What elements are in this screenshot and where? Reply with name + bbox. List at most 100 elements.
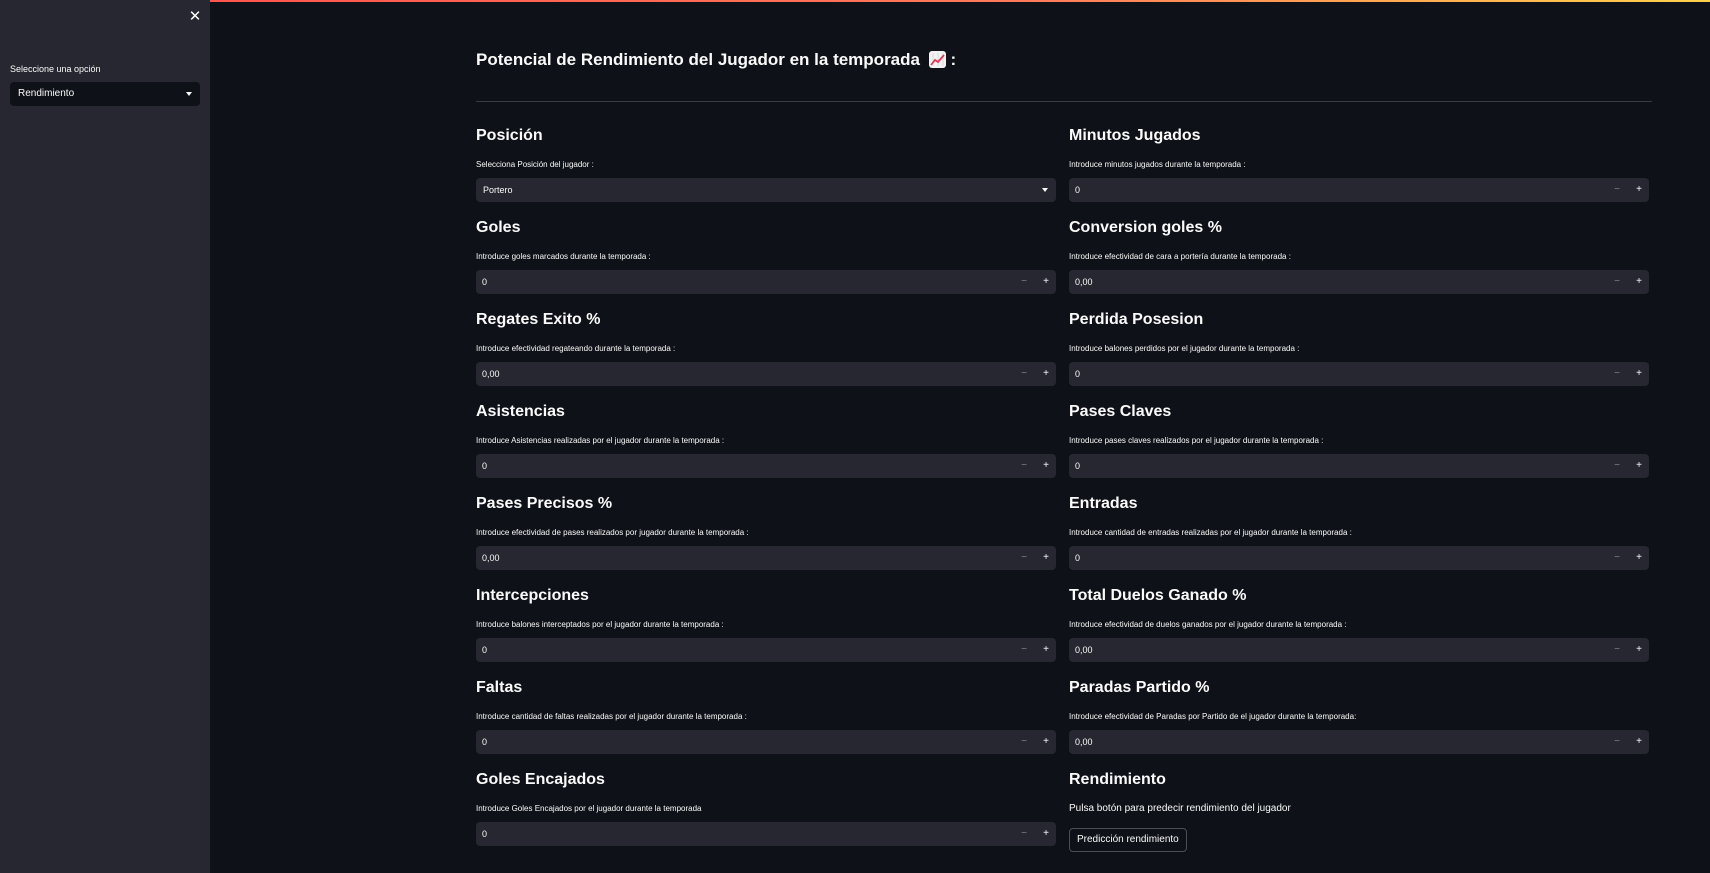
plus-icon[interactable]: + (1036, 638, 1056, 662)
posicion-select[interactable]: Portero (476, 178, 1056, 202)
minus-icon[interactable]: − (1607, 178, 1627, 202)
field-title: Goles Encajados (476, 771, 605, 788)
perdida-number-input[interactable]: 0 − + (1069, 362, 1649, 386)
field-help: Introduce efectividad regateando durante… (476, 344, 676, 353)
minutos-number-input[interactable]: 0 − + (1069, 178, 1649, 202)
page-title: Potencial de Rendimiento del Jugador en … (476, 50, 956, 70)
minus-icon[interactable]: − (1014, 638, 1034, 662)
minus-icon[interactable]: − (1014, 730, 1034, 754)
input-value[interactable]: 0 (1075, 362, 1080, 386)
minus-icon[interactable]: − (1014, 822, 1034, 846)
duelos-number-input[interactable]: 0,00 − + (1069, 638, 1649, 662)
minus-icon[interactable]: − (1607, 270, 1627, 294)
field-posicion: Posición Selecciona Posición del jugador… (476, 120, 1056, 212)
field-help: Introduce cantidad de entradas realizada… (1069, 528, 1352, 537)
input-value[interactable]: 0,00 (1075, 638, 1093, 662)
field-help: Introduce cantidad de faltas realizadas … (476, 712, 747, 721)
field-pases-precisos: Pases Precisos % Introduce efectividad d… (476, 488, 1056, 580)
input-value[interactable]: 0 (482, 454, 487, 478)
field-title: Rendimiento (1069, 771, 1166, 788)
field-title: Entradas (1069, 495, 1138, 512)
chart-increasing-icon (928, 51, 946, 68)
minus-icon[interactable]: − (1014, 270, 1034, 294)
field-intercepciones: Intercepciones Introduce balones interce… (476, 580, 1056, 672)
field-help: Introduce efectividad de cara a portería… (1069, 252, 1291, 261)
intercepciones-number-input[interactable]: 0 − + (476, 638, 1056, 662)
close-icon[interactable]: ✕ (186, 8, 204, 26)
paradas-number-input[interactable]: 0,00 − + (1069, 730, 1649, 754)
minus-icon[interactable]: − (1607, 730, 1627, 754)
field-perdida: Perdida Posesion Introduce balones perdi… (1069, 304, 1649, 396)
field-goles-encajados: Goles Encajados Introduce Goles Encajado… (476, 764, 1056, 856)
conversion-number-input[interactable]: 0,00 − + (1069, 270, 1649, 294)
sidebar: ✕ Seleccione una opción Rendimiento (0, 0, 210, 873)
field-faltas: Faltas Introduce cantidad de faltas real… (476, 672, 1056, 764)
chevron-down-icon (186, 92, 192, 96)
minus-icon[interactable]: − (1607, 454, 1627, 478)
field-title: Intercepciones (476, 587, 589, 604)
plus-icon[interactable]: + (1629, 362, 1649, 386)
field-title: Total Duelos Ganado % (1069, 587, 1247, 604)
input-value[interactable]: 0,00 (482, 362, 500, 386)
predict-button[interactable]: Predicción rendimiento (1069, 828, 1187, 852)
minus-icon[interactable]: − (1607, 638, 1627, 662)
entradas-number-input[interactable]: 0 − + (1069, 546, 1649, 570)
plus-icon[interactable]: + (1629, 638, 1649, 662)
minus-icon[interactable]: − (1014, 362, 1034, 386)
field-title: Goles (476, 219, 521, 236)
field-help: Introduce efectividad de Paradas por Par… (1069, 712, 1357, 721)
plus-icon[interactable]: + (1629, 270, 1649, 294)
field-title: Paradas Partido % (1069, 679, 1210, 696)
goles-number-input[interactable]: 0 − + (476, 270, 1056, 294)
plus-icon[interactable]: + (1036, 270, 1056, 294)
plus-icon[interactable]: + (1036, 454, 1056, 478)
minus-icon[interactable]: − (1607, 362, 1627, 386)
input-value[interactable]: 0 (482, 270, 487, 294)
asistencias-number-input[interactable]: 0 − + (476, 454, 1056, 478)
pases-claves-number-input[interactable]: 0 − + (1069, 454, 1649, 478)
field-entradas: Entradas Introduce cantidad de entradas … (1069, 488, 1649, 580)
input-value[interactable]: 0,00 (1075, 730, 1093, 754)
field-title: Perdida Posesion (1069, 311, 1204, 328)
field-help: Introduce Asistencias realizadas por el … (476, 436, 725, 445)
plus-icon[interactable]: + (1036, 822, 1056, 846)
field-duelos: Total Duelos Ganado % Introduce efectivi… (1069, 580, 1649, 672)
field-asistencias: Asistencias Introduce Asistencias realiz… (476, 396, 1056, 488)
input-value[interactable]: 0 (1075, 454, 1080, 478)
input-value[interactable]: 0 (482, 730, 487, 754)
plus-icon[interactable]: + (1629, 546, 1649, 570)
sidebar-select-label: Seleccione una opción (10, 64, 101, 74)
minus-icon[interactable]: − (1014, 546, 1034, 570)
goles-encajados-number-input[interactable]: 0 − + (476, 822, 1056, 846)
field-help: Introduce pases claves realizados por el… (1069, 436, 1324, 445)
minus-icon[interactable]: − (1014, 454, 1034, 478)
field-goles: Goles Introduce goles marcados durante l… (476, 212, 1056, 304)
input-value[interactable]: 0 (482, 638, 487, 662)
sidebar-select-value: Rendimiento (18, 88, 75, 99)
minus-icon[interactable]: − (1607, 546, 1627, 570)
input-value[interactable]: 0,00 (1075, 270, 1093, 294)
field-help: Introduce goles marcados durante la temp… (476, 252, 651, 261)
input-value[interactable]: 0 (1075, 178, 1080, 202)
page-title-text: Potencial de Rendimiento del Jugador en … (476, 50, 920, 69)
chevron-down-icon (1042, 188, 1048, 192)
input-value[interactable]: 0,00 (482, 546, 500, 570)
field-help: Introduce balones perdidos por el jugado… (1069, 344, 1300, 353)
faltas-number-input[interactable]: 0 − + (476, 730, 1056, 754)
plus-icon[interactable]: + (1629, 178, 1649, 202)
regates-number-input[interactable]: 0,00 − + (476, 362, 1056, 386)
field-help: Selecciona Posición del jugador : (476, 160, 594, 169)
pases-precisos-number-input[interactable]: 0,00 − + (476, 546, 1056, 570)
field-title: Conversion goles % (1069, 219, 1222, 236)
input-value[interactable]: 0 (1075, 546, 1080, 570)
plus-icon[interactable]: + (1036, 730, 1056, 754)
sidebar-option-select[interactable]: Rendimiento (10, 82, 200, 106)
plus-icon[interactable]: + (1036, 546, 1056, 570)
plus-icon[interactable]: + (1629, 454, 1649, 478)
input-value[interactable]: 0 (482, 822, 487, 846)
field-title: Minutos Jugados (1069, 127, 1201, 144)
field-help: Introduce Goles Encajados por el jugador… (476, 804, 702, 813)
field-help: Introduce balones interceptados por el j… (476, 620, 724, 629)
plus-icon[interactable]: + (1036, 362, 1056, 386)
plus-icon[interactable]: + (1629, 730, 1649, 754)
